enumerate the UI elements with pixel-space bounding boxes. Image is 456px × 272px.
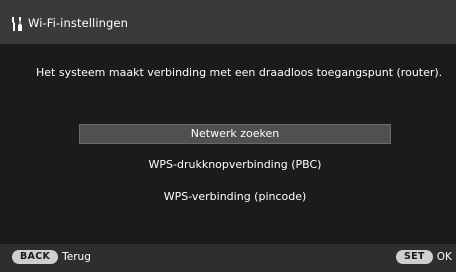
menu-item-wps-pincode[interactable]: WPS-verbinding (pincode) xyxy=(79,187,391,207)
description-text: Het systeem maakt verbinding met een dra… xyxy=(36,66,443,79)
set-label: OK xyxy=(436,251,452,263)
back-key-badge: BACK xyxy=(12,250,59,264)
set-key-badge: SET xyxy=(396,250,433,264)
menu-item-netwerk-zoeken[interactable]: Netwerk zoeken xyxy=(79,124,391,144)
back-button[interactable]: BACK Terug xyxy=(12,249,91,265)
back-label: Terug xyxy=(62,251,91,263)
set-button[interactable]: SET OK xyxy=(396,249,452,265)
main-panel: Het systeem maakt verbinding met een dra… xyxy=(0,44,456,244)
menu-item-wps-pbc[interactable]: WPS-drukknopverbinding (PBC) xyxy=(79,155,391,175)
page-title: Wi-Fi-instellingen xyxy=(28,16,128,30)
tools-icon xyxy=(12,17,22,31)
footer-bar: BACK Terug SET OK xyxy=(0,244,456,272)
title-bar: Wi-Fi-instellingen xyxy=(0,0,456,44)
